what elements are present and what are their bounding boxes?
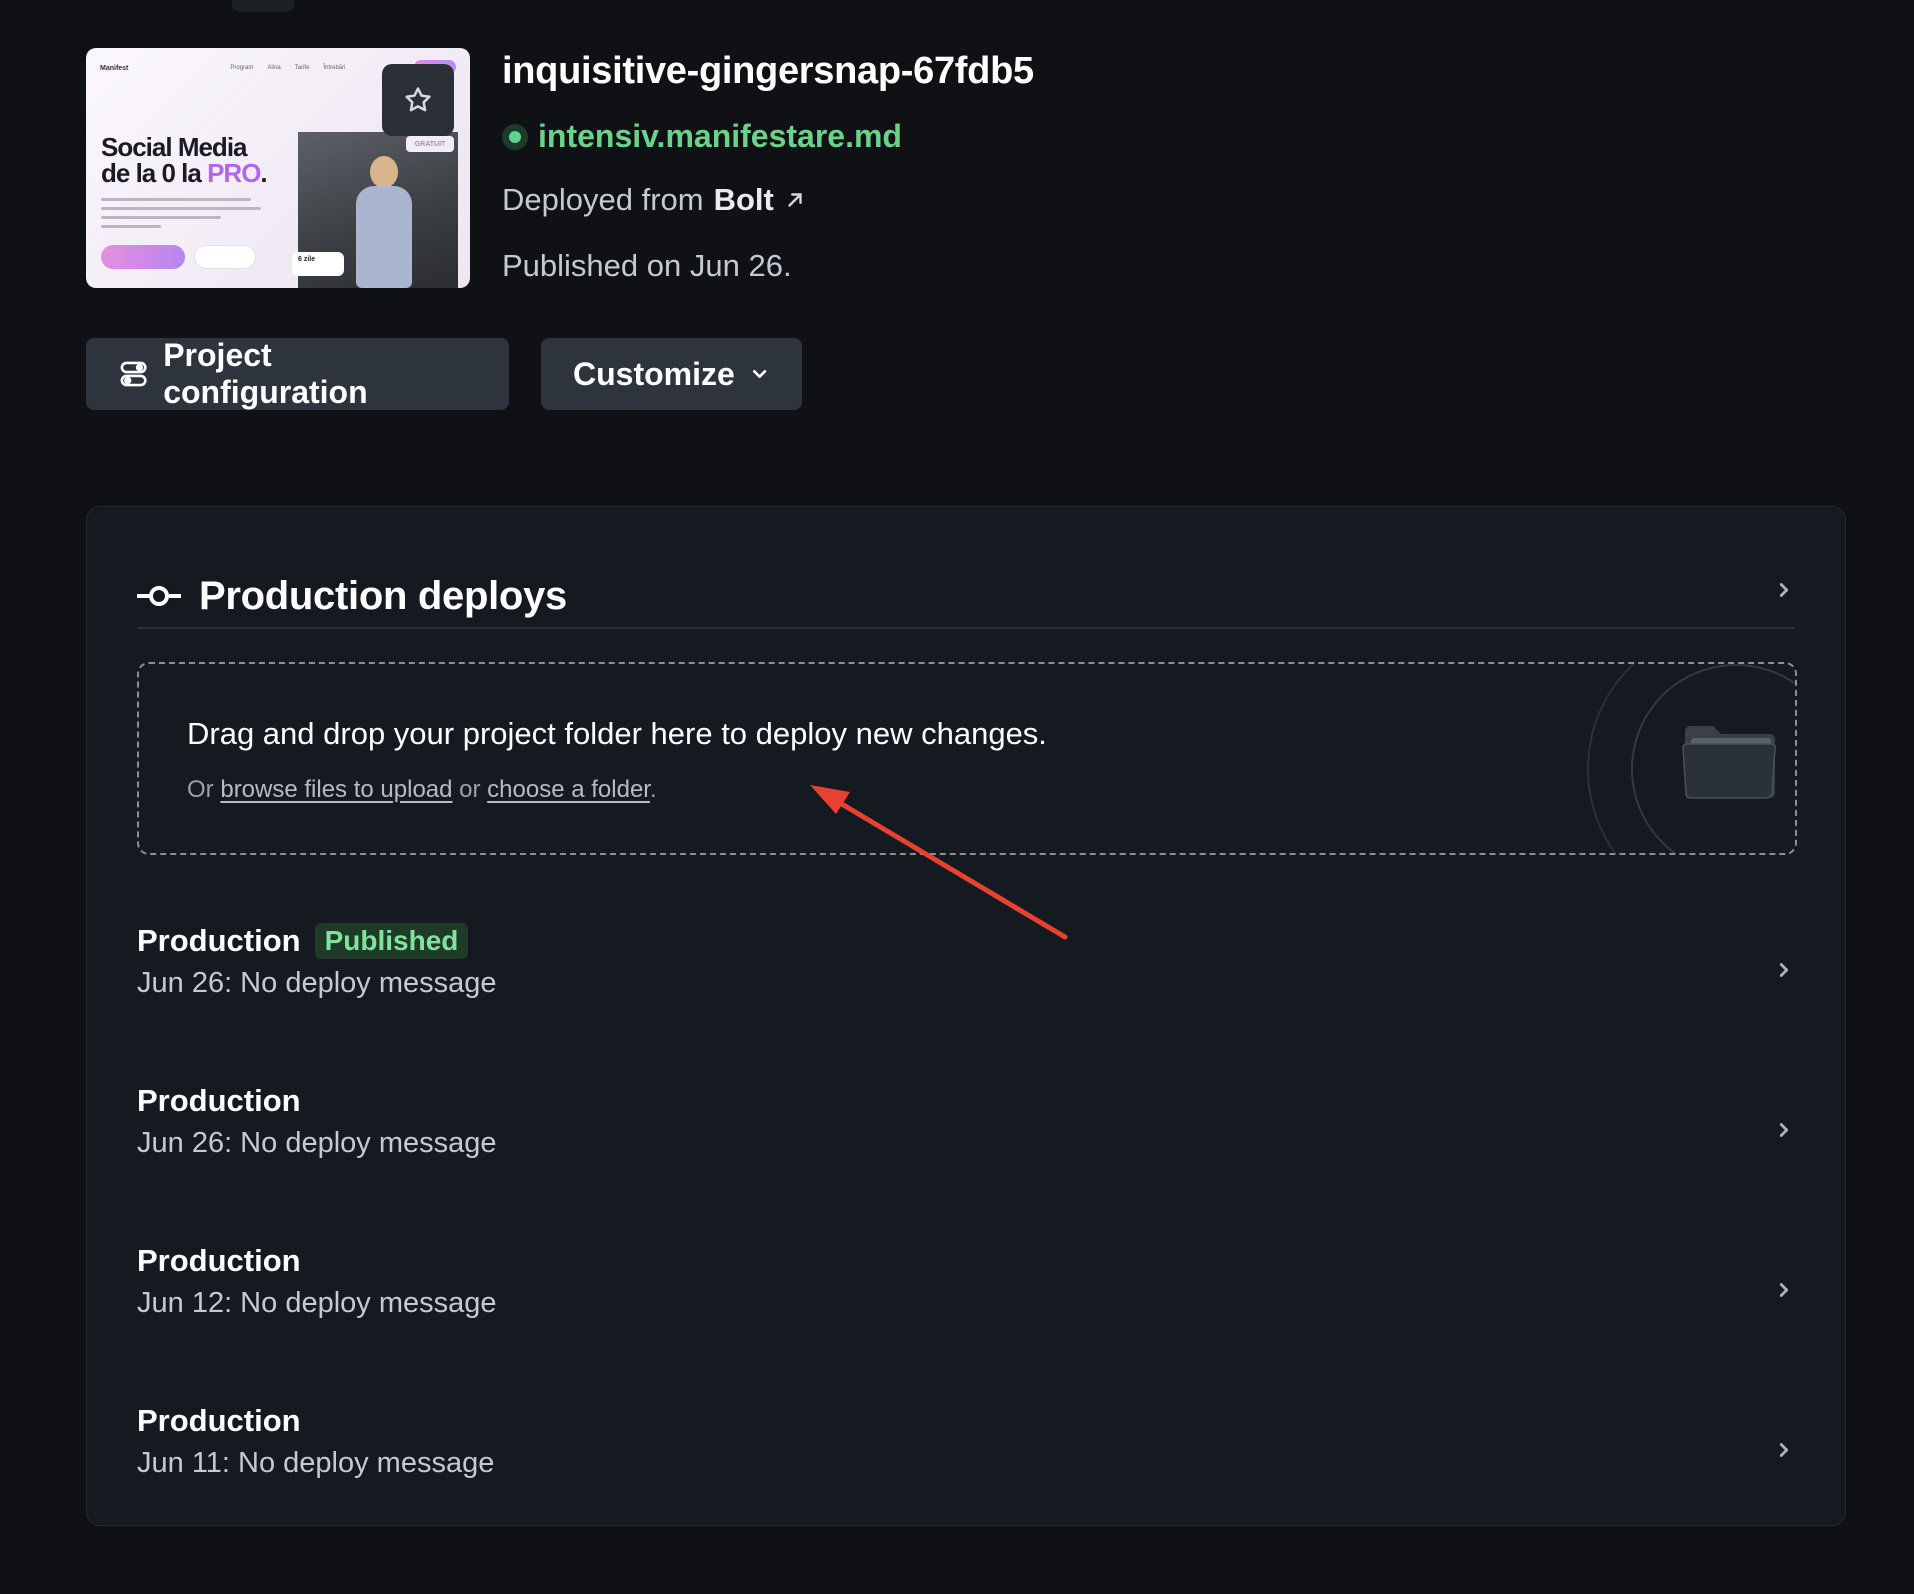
deploy-title-line: Production [137, 1399, 1795, 1443]
deploy-row[interactable]: Production Jun 11: No deploy message [137, 1399, 1795, 1499]
dropzone-sub-middle: or [459, 776, 481, 803]
site-name: inquisitive-gingersnap-67fdb5 [502, 50, 1034, 92]
folder-icon [1682, 726, 1776, 799]
deploy-message: Jun 12: No deploy message [137, 1287, 497, 1319]
thumbnail-nav-link: Alina [267, 65, 281, 71]
deploy-context: Production [137, 1403, 301, 1438]
deploy-message: Jun 26: No deploy message [137, 967, 497, 999]
thumbnail-cta-secondary [194, 245, 256, 269]
production-deploys-title: Production deploys [199, 573, 567, 618]
choose-folder-link[interactable]: choose a folder [487, 776, 650, 803]
deploy-title-line: Production [137, 1079, 1795, 1123]
deploy-message: Jun 26: No deploy message [137, 1127, 497, 1159]
production-deploys-header[interactable]: Production deploys [137, 565, 1795, 627]
dropzone-sub-prefix: Or [187, 776, 214, 803]
thumbnail-cta-primary [101, 245, 185, 269]
site-domain-row: intensiv.manifestare.md [502, 118, 902, 155]
git-commit-icon [137, 586, 181, 606]
toggles-icon [120, 361, 147, 387]
chevron-down-icon [752, 370, 767, 378]
thumbnail-nav-links: Program Alina Tarife Întrebări [230, 65, 345, 71]
site-domain-link[interactable]: intensiv.manifestare.md [538, 118, 902, 155]
deploy-context: Production [137, 923, 301, 958]
deploy-row[interactable]: Production Published Jun 26: No deploy m… [137, 919, 1795, 1019]
deploy-row[interactable]: Production Jun 26: No deploy message [137, 1079, 1795, 1179]
chevron-right-icon [1779, 1123, 1789, 1137]
dropzone-sub-suffix: . [649, 776, 657, 803]
deployed-from[interactable]: Deployed from Bolt [502, 182, 806, 218]
deploy-context: Production [137, 1243, 301, 1278]
dropzone-instructions: Drag and drop your project folder here t… [187, 716, 1047, 751]
thumbnail-tag: GRATUIT [406, 136, 454, 152]
published-date: Published on Jun 26. [502, 248, 792, 283]
thumbnail-headline-suffix: . [260, 158, 267, 188]
customize-dropdown[interactable]: Customize [541, 338, 802, 410]
thumbnail-headline-line2: de la 0 la [101, 158, 202, 188]
chevron-right-icon [1779, 963, 1789, 977]
project-configuration-label: Project configuration [163, 337, 368, 410]
deploy-message: Jun 11: No deploy message [137, 1447, 495, 1479]
chevron-right-icon [1779, 1443, 1789, 1457]
production-deploys-panel: Production deploys Drag and drop your pr… [86, 506, 1846, 1526]
deploy-dropzone[interactable]: Drag and drop your project folder here t… [137, 662, 1797, 855]
customize-label: Customize [573, 355, 735, 392]
thumbnail-headline-highlight: PRO [207, 158, 261, 188]
deploy-context: Production [137, 1083, 301, 1118]
deployed-from-source[interactable]: Bolt [714, 182, 774, 218]
thumbnail-person-body [356, 186, 412, 288]
deployed-from-prefix: Deployed from [502, 182, 704, 217]
project-configuration-button[interactable]: Project configuration [86, 337, 509, 410]
browse-files-link[interactable]: browse files to upload [220, 776, 452, 803]
favorite-button[interactable] [382, 64, 454, 136]
deploy-row[interactable]: Production Jun 12: No deploy message [137, 1239, 1795, 1339]
chevron-right-icon [1779, 1283, 1789, 1297]
thumbnail-nav-link: Program [230, 65, 254, 71]
thumbnail-body-text [101, 198, 261, 234]
thumbnail-days-badge: 6 zile [292, 252, 344, 276]
top-tab-stub [232, 0, 294, 12]
dropzone-alternatives: Or browse files to upload or choose a fo… [187, 776, 657, 804]
thumbnail-nav-link: Tarife [294, 65, 310, 71]
external-link-icon [788, 193, 802, 207]
thumbnail-headline: Social Media de la 0 la PRO. [101, 134, 268, 188]
thumbnail-person-head [370, 156, 398, 188]
star-icon [405, 87, 431, 112]
thumbnail-nav-link: Întrebări [323, 65, 346, 71]
deploy-title-line: Production [137, 1239, 1795, 1283]
status-dot-icon [502, 123, 528, 150]
deploy-title-line: Production Published [137, 919, 1795, 963]
panel-divider [137, 627, 1795, 629]
published-badge: Published [314, 923, 469, 959]
chevron-right-icon[interactable] [1773, 579, 1795, 601]
thumbnail-brand: Manifest [100, 64, 129, 72]
